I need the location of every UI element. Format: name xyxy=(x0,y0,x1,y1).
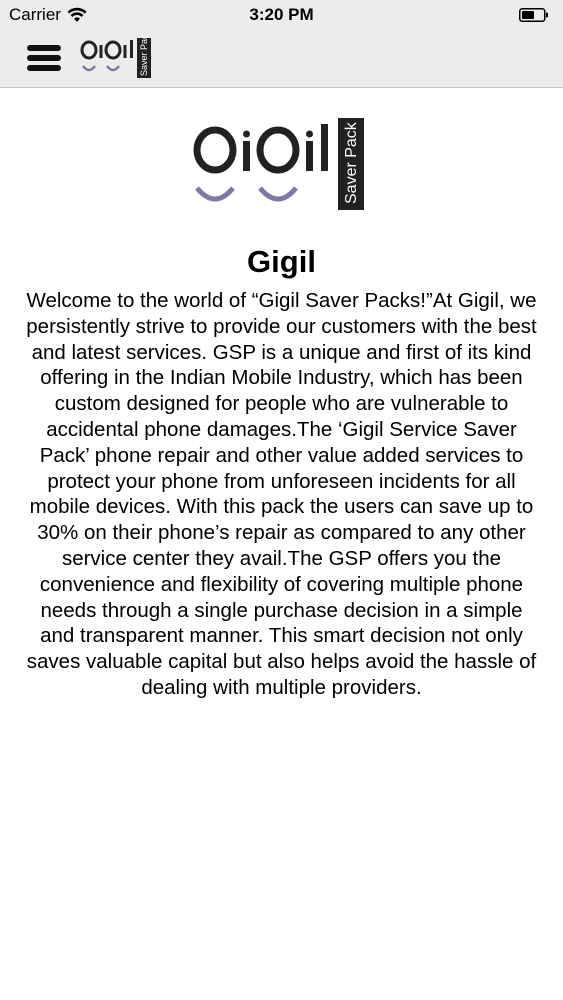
status-bar: Carrier 3:20 PM xyxy=(0,0,563,30)
description-text: Welcome to the world of “Gigil Saver Pac… xyxy=(26,289,537,699)
hero-brand-logo: Saver Pack xyxy=(193,118,364,210)
battery-icon xyxy=(519,8,548,22)
page-title: Gigil xyxy=(247,244,316,279)
main-content: Saver Pack Gigil Welcome to the world of… xyxy=(0,88,563,701)
nav-brand-logo[interactable]: Saver Pack xyxy=(80,36,156,80)
hero-logo-tag: Saver Pack xyxy=(343,121,360,204)
nav-logo-tag: Saver Pack xyxy=(139,36,149,76)
navigation-bar: Saver Pack xyxy=(0,30,563,88)
app-screen: Carrier 3:20 PM Saver Pack Saver Pack Gi… xyxy=(0,0,563,1000)
status-time: 3:20 PM xyxy=(249,5,314,24)
hamburger-menu-icon[interactable] xyxy=(26,42,62,74)
top-bar: Carrier 3:20 PM Saver Pack xyxy=(0,0,563,88)
